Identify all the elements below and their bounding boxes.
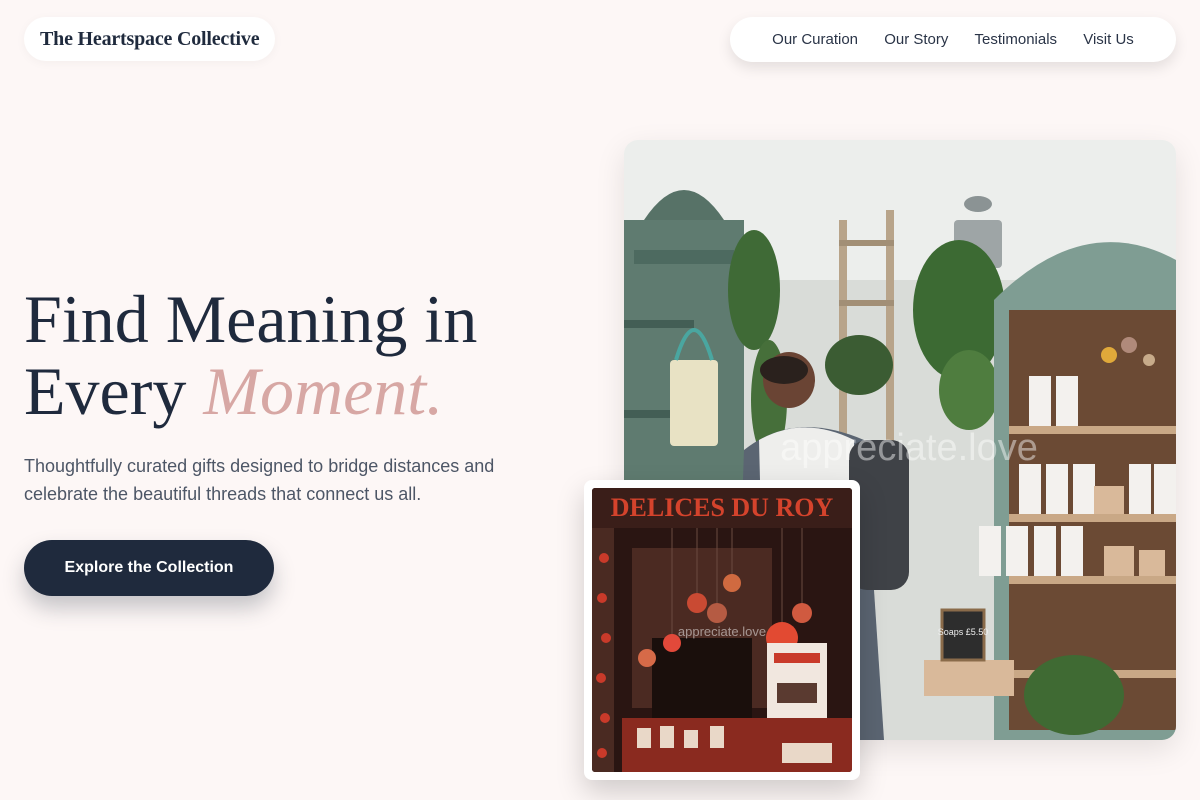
hero-title-accent: Moment. [203,353,444,429]
hero-title: Find Meaning in Every Moment. [24,283,477,427]
explore-collection-button[interactable]: Explore the Collection [24,540,274,596]
small-image-watermark: appreciate.love [678,624,766,639]
brand-logo[interactable]: The Heartspace Collective [24,17,276,61]
main-nav: Our Curation Our Story Testimonials Visi… [730,17,1176,62]
storefront-image-card: DELICES DU ROY appreciate.love [584,480,860,780]
store-sign-text: DELICES DU ROY [611,493,834,522]
storefront-image: DELICES DU ROY appreciate.love [592,488,852,772]
nav-visit-us[interactable]: Visit Us [1083,31,1134,48]
hero-subtitle: Thoughtfully curated gifts designed to b… [24,456,495,504]
nav-our-curation[interactable]: Our Curation [772,31,858,48]
nav-our-story[interactable]: Our Story [884,31,948,48]
nav-testimonials[interactable]: Testimonials [975,31,1058,48]
hero-title-line1: Find Meaning in [24,281,478,357]
hero-title-line2: Every [24,353,204,429]
image-watermark: appreciate.love [780,427,1038,469]
chalk-sign-text: Soaps £5.50 [938,627,989,637]
